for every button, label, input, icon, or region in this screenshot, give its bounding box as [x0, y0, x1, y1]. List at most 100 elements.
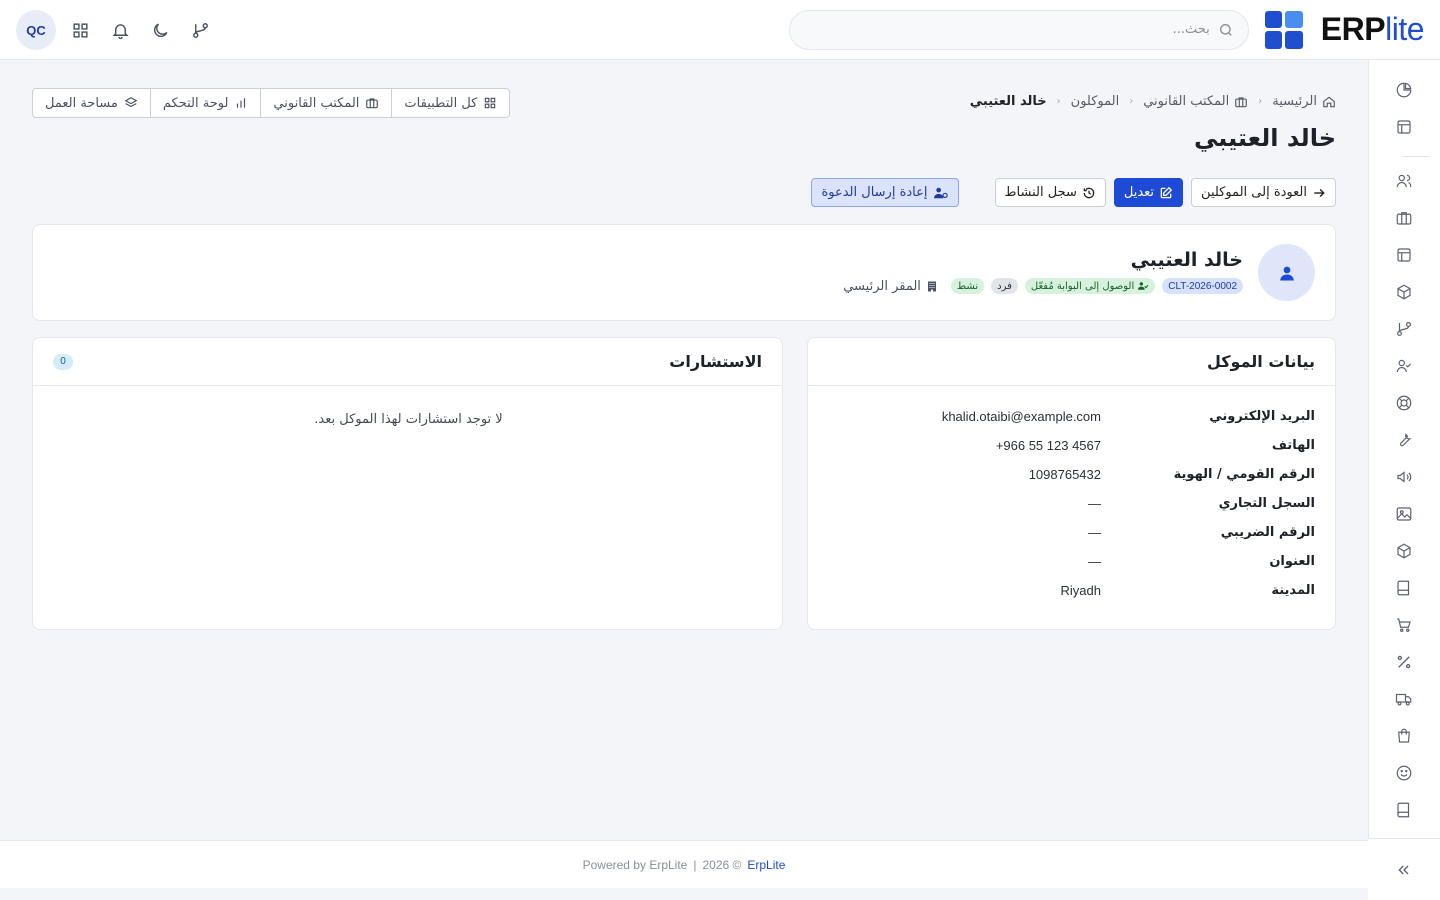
badge-label: الوصول إلى البوابة مُفعّل: [1030, 280, 1135, 292]
user-avatar[interactable]: QC: [16, 10, 56, 50]
brand[interactable]: ERPlite: [1264, 0, 1440, 60]
sidebar-item-layout[interactable]: [1394, 117, 1414, 137]
quicknav-label: المكتب القانوني: [273, 95, 360, 111]
back-to-clients-button[interactable]: العودة إلى الموكلين: [1191, 178, 1336, 207]
user-check-icon: [1138, 282, 1149, 290]
briefcase-icon: [1396, 212, 1412, 225]
action-bar: العودة إلى الموكلين تعديل سجل النشاط إعا…: [811, 178, 1336, 207]
info-value: +966 55 123 4567: [995, 437, 1101, 453]
brand-accent-text: lite: [1385, 11, 1424, 47]
sidebar-item-feedback[interactable]: [1394, 763, 1414, 783]
sidebar-item-layout-2[interactable]: [1394, 245, 1414, 265]
briefcase-icon: [366, 98, 379, 109]
moon-icon: [153, 23, 167, 37]
client-code-badge: CLT-2026-0002: [1162, 278, 1243, 294]
sidebar-item-marketing[interactable]: [1394, 467, 1414, 487]
breadcrumb-label: الموكلون: [1070, 94, 1120, 109]
git-branch-icon: [192, 22, 208, 38]
arrow-right-icon: [1314, 188, 1325, 197]
sidebar-item-media[interactable]: [1394, 504, 1414, 524]
quicknav-dashboard[interactable]: لوحة التحكم: [149, 89, 261, 117]
breadcrumb-separator: ‹: [1258, 96, 1263, 107]
brand-main-text: ERP: [1320, 11, 1386, 47]
smile-icon: [1396, 765, 1412, 781]
brand-logo-icon: [1264, 10, 1303, 49]
sidebar-item-shipping[interactable]: [1394, 689, 1414, 709]
sidebar-item-tools[interactable]: [1394, 430, 1414, 450]
footer-brand-link[interactable]: ErpLite: [747, 858, 785, 872]
info-value: —: [1088, 524, 1101, 540]
info-value: —: [1088, 553, 1101, 569]
resend-invite-button[interactable]: إعادة إرسال الدعوة: [811, 178, 959, 207]
status-badge: نشط: [950, 278, 985, 294]
sidebar-item-docs[interactable]: [1394, 800, 1414, 820]
footer-powered: Powered by ErpLite: [582, 857, 688, 872]
info-label: السجل التجاري: [1218, 495, 1315, 511]
truck-icon: [1395, 693, 1412, 706]
info-row-national-id: الرقم القومي / الهوية 1098765432: [826, 464, 1315, 484]
users-icon: [1396, 174, 1412, 188]
quicknav-label: كل التطبيقات: [404, 95, 478, 111]
info-label: العنوان: [1269, 553, 1315, 569]
sidebar-item-pie-chart[interactable]: [1394, 80, 1414, 100]
card-title: بيانات الموكل: [1206, 352, 1315, 371]
sidebar-item-package[interactable]: [1394, 541, 1414, 561]
info-label: الرقم الضريبي: [1220, 524, 1315, 540]
card-title: الاستشارات: [669, 352, 762, 371]
sidebar-item-box[interactable]: [1394, 282, 1414, 302]
notifications-button[interactable]: [104, 10, 136, 50]
page-title: خالد العتيبي: [1194, 124, 1336, 152]
sidebar-item-users[interactable]: [1394, 171, 1414, 191]
user-check-icon: [1396, 359, 1412, 373]
image-icon: [1396, 507, 1412, 521]
quicknav-label: لوحة التحكم: [162, 95, 229, 111]
sidebar-item-git-branch[interactable]: [1394, 319, 1414, 339]
breadcrumb-home[interactable]: الرئيسية: [1272, 94, 1336, 109]
quicknav-workspace[interactable]: مساحة العمل: [33, 89, 150, 117]
search-box[interactable]: [788, 9, 1249, 50]
footer: Powered by ErpLite | 2026 © ErpLite: [0, 840, 1368, 888]
client-type-badge: فرد: [991, 278, 1018, 294]
sidebar-item-discounts[interactable]: [1394, 652, 1414, 672]
sidebar-collapse-button[interactable]: [1368, 838, 1440, 900]
sidebar-item-legal-office[interactable]: [1394, 208, 1414, 228]
book-icon: [1397, 802, 1410, 818]
portal-access-badge: الوصول إلى البوابة مُفعّل: [1024, 278, 1156, 294]
logo-tile: [1285, 10, 1303, 28]
breadcrumb-current: خالد العتيبي: [970, 94, 1047, 109]
quicknav-legal-office[interactable]: المكتب القانوني: [260, 89, 391, 117]
edit-button[interactable]: تعديل: [1113, 178, 1184, 207]
quicknav-all-apps[interactable]: كل التطبيقات: [391, 89, 509, 117]
quick-nav: كل التطبيقات المكتب القانوني لوحة التحكم…: [32, 88, 511, 118]
empty-state-text: لا توجد استشارات لهذا الموكل بعد.: [314, 412, 503, 427]
cart-icon: [1397, 618, 1411, 632]
header-tools: QC: [16, 10, 216, 50]
layout-icon: [1397, 248, 1411, 262]
info-row-phone: الهاتف +966 55 123 4567: [826, 435, 1315, 455]
logo-tile: [1264, 10, 1283, 28]
theme-toggle-button[interactable]: [144, 10, 176, 50]
sidebar-item-book[interactable]: [1394, 578, 1414, 598]
info-label: البريد الإلكتروني: [1209, 408, 1315, 424]
sidebar-item-cart[interactable]: [1394, 615, 1414, 635]
shopping-bag-icon: [1398, 728, 1410, 743]
sidebar-item-shop[interactable]: [1394, 726, 1414, 746]
edit-icon: [1160, 186, 1173, 198]
building-icon: [927, 281, 936, 291]
breadcrumb-clients[interactable]: الموكلون: [1071, 94, 1120, 109]
info-row-commercial-register: السجل التجاري —: [826, 493, 1315, 513]
wrench-icon: [1399, 433, 1412, 447]
sidebar-item-user-check[interactable]: [1394, 356, 1414, 376]
main-content: الرئيسية ‹ المكتب القانوني ‹ الموكلون ‹ …: [0, 60, 1368, 840]
breadcrumb-label: الرئيسية: [1272, 94, 1317, 109]
search-input[interactable]: [803, 22, 1210, 37]
activity-log-button[interactable]: سجل النشاط: [994, 178, 1106, 207]
branch-switch-button[interactable]: [184, 10, 216, 50]
client-badges: CLT-2026-0002 الوصول إلى البوابة مُفعّل …: [843, 278, 1243, 294]
breadcrumb-legal-office[interactable]: المكتب القانوني: [1143, 94, 1248, 109]
apps-button[interactable]: [64, 10, 96, 50]
sidebar-item-support[interactable]: [1394, 393, 1414, 413]
history-icon: [1083, 187, 1095, 198]
briefcase-icon: [1235, 96, 1248, 107]
bar-chart-icon: [237, 98, 246, 108]
